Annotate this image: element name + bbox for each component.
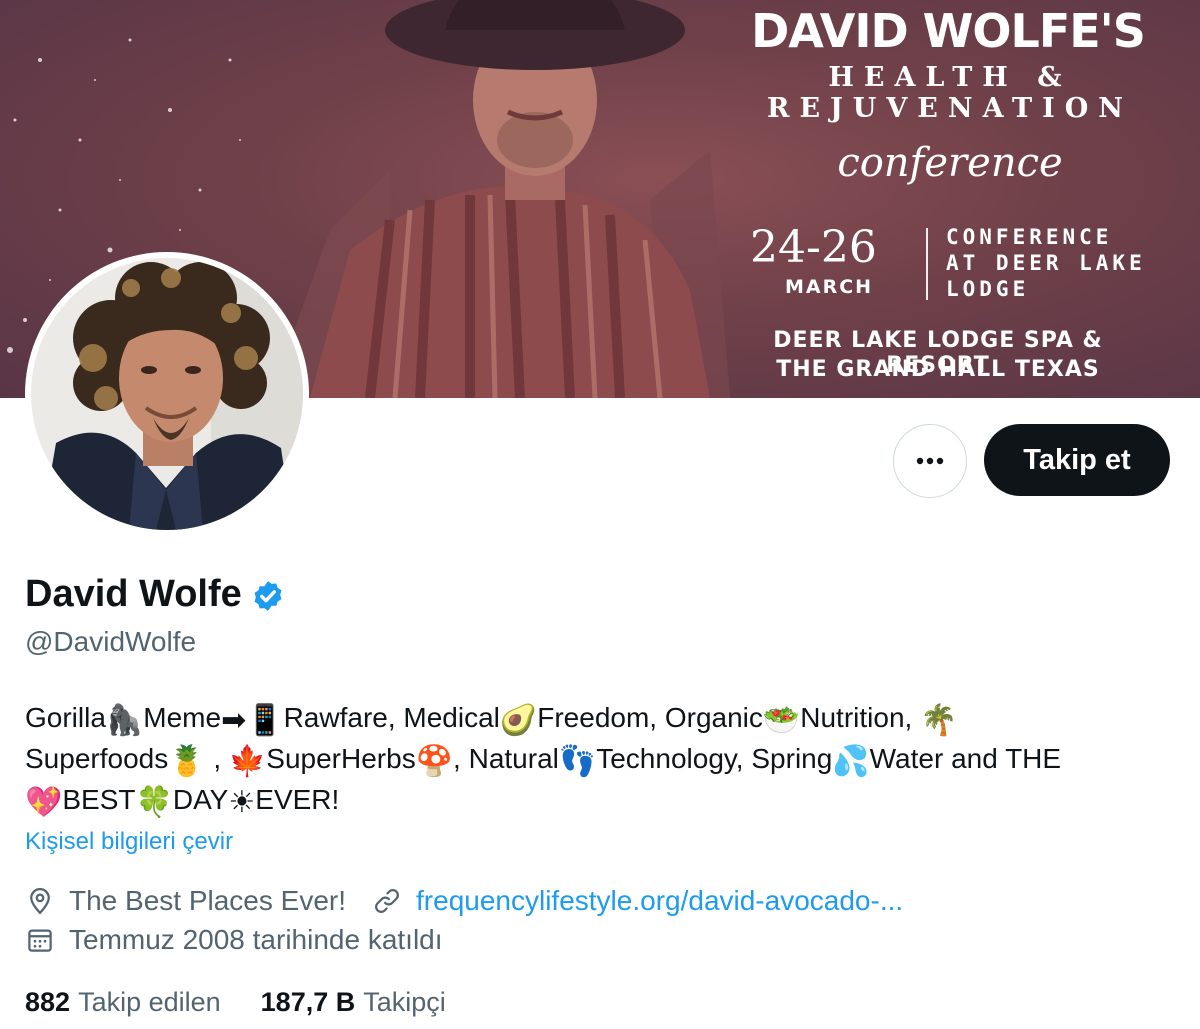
- location-pin-icon: [25, 886, 55, 916]
- website-link[interactable]: frequencylifestyle.org/david-avocado-...: [416, 885, 903, 917]
- location-text: The Best Places Ever!: [69, 885, 347, 916]
- followers-count: 187,7 B: [260, 987, 356, 1017]
- profile-joined-row: Temmuz 2008 tarihinde katıldı: [25, 924, 443, 956]
- banner-subtitle-line1: HEALTH &: [828, 62, 1072, 93]
- followers-label: Takipçi: [363, 987, 446, 1017]
- follow-button[interactable]: Takip et: [984, 424, 1170, 496]
- bio-text: SuperHerbs: [266, 743, 416, 774]
- follow-stats: 882 Takip edilen 187,7 B Takipçi: [25, 987, 446, 1018]
- pineapple-emoji: 🍍: [168, 744, 206, 779]
- bio-text: Gorilla: [25, 702, 106, 733]
- followers-stat[interactable]: 187,7 B Takipçi: [261, 987, 446, 1018]
- sweat-drops-emoji: 💦: [832, 744, 870, 779]
- arrow-phone-emoji: ➡📱: [221, 703, 284, 738]
- profile-avatar[interactable]: [25, 252, 309, 536]
- bio-text: Technology, Spring: [596, 743, 833, 774]
- user-handle: @DavidWolfe: [25, 626, 197, 657]
- more-options-button[interactable]: [893, 424, 967, 498]
- more-horizontal-icon: [916, 457, 944, 465]
- following-stat[interactable]: 882 Takip edilen: [25, 987, 221, 1018]
- banner-venue: CONFERENCE AT DEER LAKE LODGE: [946, 224, 1196, 302]
- banner-event-text: DAVID WOLFE'S HEALTH & REJUVENATION conf…: [700, 0, 1200, 398]
- display-name: David Wolfe: [25, 573, 242, 615]
- banner-conference-word: conference: [837, 140, 1063, 186]
- name-row: David Wolfe: [25, 573, 285, 616]
- following-count: 882: [25, 987, 71, 1017]
- maple-leaf-emoji: 🍁: [228, 744, 267, 779]
- bio-text: EVER!: [255, 784, 340, 815]
- banner-venue-line2: AT DEER LAKE: [946, 251, 1146, 275]
- gorilla-emoji: 🦍: [105, 703, 144, 738]
- bio-text: Freedom, Organic: [537, 702, 763, 733]
- bio-text: Meme: [143, 702, 222, 733]
- banner-venue-line3: LODGE: [946, 277, 1030, 301]
- banner-dates: 24-26: [750, 222, 877, 273]
- bio-text: DAY: [172, 784, 229, 815]
- bio-text: ,: [213, 743, 222, 774]
- four-leaf-clover-emoji: 🍀: [135, 785, 173, 820]
- calendar-icon: [25, 925, 55, 955]
- sun-emoji: ☀: [228, 785, 256, 820]
- verified-badge-icon[interactable]: [251, 579, 285, 613]
- banner-subtitle-line2: REJUVENATION: [767, 93, 1133, 124]
- following-label: Takip edilen: [78, 987, 221, 1017]
- profile-bio: Gorilla🦍Meme➡📱Rawfare, Medical🥑Freedom, …: [25, 697, 1185, 820]
- banner-month: MARCH: [785, 276, 874, 298]
- footprints-emoji: 👣: [558, 744, 597, 779]
- banner-venue-line1: CONFERENCE: [946, 225, 1113, 249]
- banner-location-line2: THE GRAND HALL TEXAS: [776, 357, 1100, 382]
- sparkling-heart-emoji: 💖: [25, 785, 63, 820]
- banner-person-illustration: [270, 0, 730, 398]
- palm-tree-emoji: 🌴: [920, 703, 958, 738]
- banner-title: DAVID WOLFE'S: [751, 4, 1146, 58]
- salad-emoji: 🥗: [762, 703, 801, 738]
- translate-bio-link[interactable]: Kişisel bilgileri çevir: [25, 828, 233, 856]
- avatar-image: [31, 258, 303, 530]
- banner-divider: [926, 228, 928, 300]
- bio-text: Water and THE: [869, 743, 1062, 774]
- joined-date-text: Temmuz 2008 tarihinde katıldı: [69, 924, 443, 955]
- bio-text: Nutrition,: [800, 702, 913, 733]
- mushroom-emoji: 🍄: [415, 744, 454, 779]
- bio-text: BEST: [62, 784, 136, 815]
- bio-text: , Natural: [453, 743, 559, 774]
- link-icon: [372, 886, 402, 916]
- profile-meta-row: The Best Places Ever! frequencylifestyle…: [25, 885, 903, 917]
- avocado-emoji: 🥑: [499, 703, 538, 738]
- bio-text: Superfoods: [25, 743, 169, 774]
- bio-text: Rawfare, Medical: [283, 702, 500, 733]
